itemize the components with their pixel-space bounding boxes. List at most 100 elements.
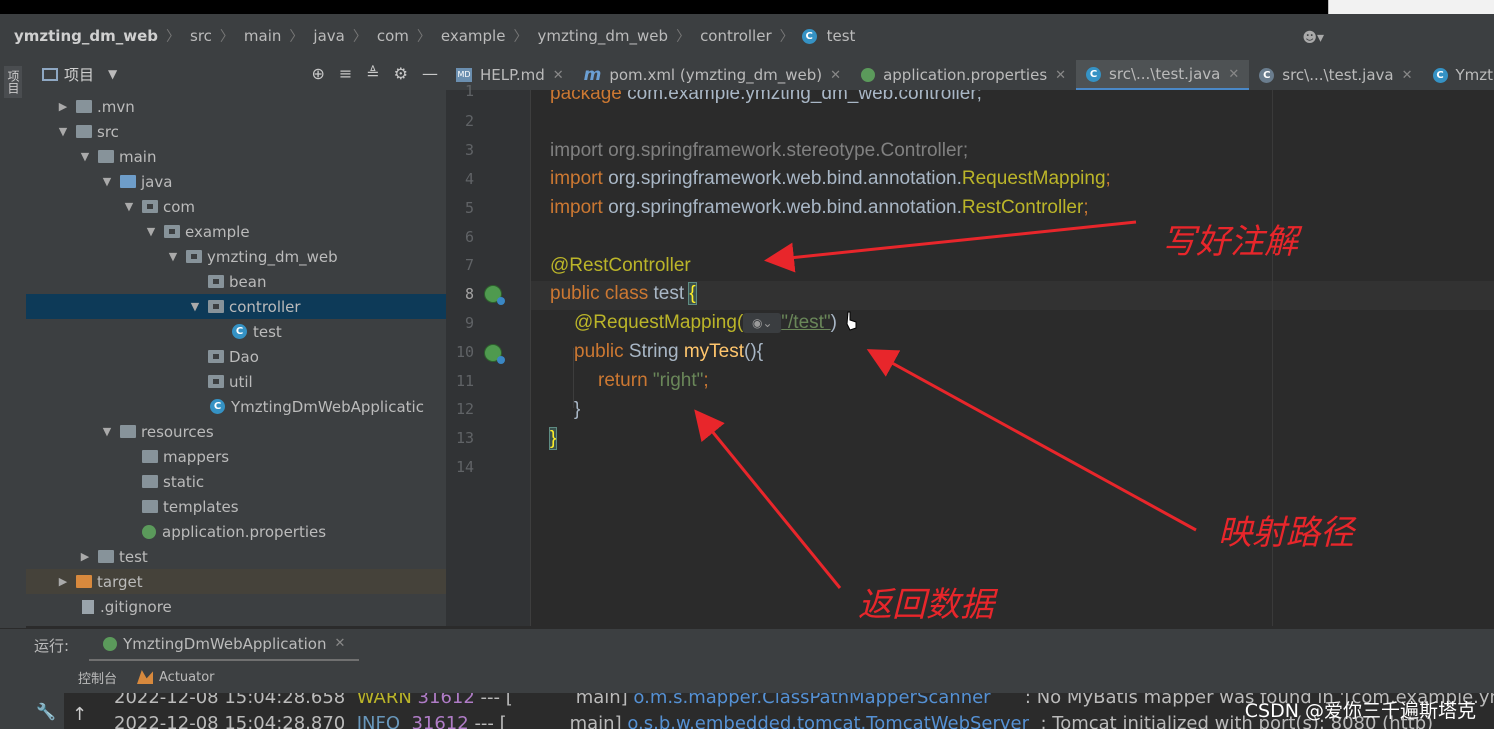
breadcrumb-project[interactable]: ymzting_dm_web: [0, 27, 158, 45]
tree-item-application-properties[interactable]: application.properties: [26, 519, 446, 544]
annotation-note-1: 写好注解: [1162, 222, 1298, 262]
line-number: 10: [455, 343, 474, 361]
breadcrumb-item[interactable]: example: [431, 27, 506, 45]
folder-icon: [142, 450, 158, 463]
chevron-down-icon[interactable]: ▼: [100, 425, 114, 438]
tab-console[interactable]: 控制台: [78, 668, 117, 687]
wrench-icon[interactable]: 🔧: [36, 702, 56, 721]
tree-item-templates[interactable]: templates: [26, 494, 446, 519]
spring-bean-gutter-icon[interactable]: [484, 344, 505, 364]
close-icon[interactable]: ✕: [1228, 67, 1239, 82]
breadcrumb-item[interactable]: src: [180, 27, 212, 45]
tab-pom-xml[interactable]: m pom.xml (ymzting_dm_web) ✕: [574, 60, 851, 90]
tree-item-test-folder[interactable]: ▶ test: [26, 544, 446, 569]
tree-item-controller[interactable]: ▼ controller: [26, 294, 446, 319]
project-tool-button[interactable]: 项目: [4, 66, 22, 98]
breadcrumb-item[interactable]: ymzting_dm_web: [527, 27, 668, 45]
tree-item-target[interactable]: ▶ target: [26, 569, 446, 594]
locate-icon[interactable]: ⊕: [311, 64, 324, 83]
project-panel-title[interactable]: 项目: [64, 64, 94, 85]
spring-leaf-icon: [142, 524, 156, 539]
code-line-7: @RestController: [550, 255, 691, 276]
tab-application-properties[interactable]: application.properties ✕: [851, 60, 1076, 90]
user-icon[interactable]: ☻▾: [1302, 30, 1324, 46]
chevron-down-icon[interactable]: ▼: [144, 225, 158, 238]
chevron-down-icon[interactable]: ▼: [188, 300, 202, 313]
tree-item-gitignore[interactable]: .gitignore: [26, 594, 446, 619]
close-icon[interactable]: ✕: [553, 68, 564, 83]
tree-item-label: templates: [163, 497, 239, 516]
class-icon: C: [1259, 67, 1275, 83]
tree-item-label: example: [185, 222, 250, 241]
annotation-note-2: 映射路径: [1218, 513, 1354, 553]
tab-test-java-active[interactable]: Csrc\...\test.java ✕: [1076, 60, 1250, 90]
tree-item-label: resources: [141, 422, 214, 441]
tree-item-example[interactable]: ▼ example: [26, 219, 446, 244]
chevron-down-icon[interactable]: ▼: [78, 150, 92, 163]
breadcrumb-item-current[interactable]: test: [817, 27, 856, 45]
chevron-down-icon[interactable]: ▼: [100, 175, 114, 188]
editor-gutter[interactable]: 1 2 3 4 5 6 7 8 9 10 11 12 13 14: [446, 82, 546, 626]
close-icon[interactable]: ✕: [1055, 68, 1066, 83]
line-number: 2: [464, 112, 474, 130]
run-tool-bar: 运行: YmztingDmWebApplication ✕: [0, 628, 1494, 662]
code-line-10: public String myTest(){: [574, 341, 764, 362]
tree-item-java[interactable]: ▼ java: [26, 169, 446, 194]
tab-ymzting[interactable]: C Ymzting: [1423, 60, 1494, 90]
expand-all-icon[interactable]: ≡: [339, 64, 352, 83]
tree-item-resources[interactable]: ▼ resources: [26, 419, 446, 444]
tree-item-label: util: [229, 372, 253, 391]
project-panel-header: 项目 ▼ ⊕ ≡ ≜ ⚙ —: [26, 58, 446, 90]
tree-item-test-class[interactable]: Ctest: [26, 319, 446, 344]
code-line-1: package com.example.ymzting_dm_web.contr…: [550, 90, 982, 104]
gear-icon[interactable]: ⚙: [394, 64, 408, 83]
mouse-cursor-icon: [846, 311, 857, 331]
line-number: 11: [455, 372, 474, 390]
chevron-right-icon[interactable]: ▶: [56, 575, 70, 588]
package-icon: [208, 275, 224, 288]
breadcrumb-item[interactable]: com: [367, 27, 409, 45]
close-icon[interactable]: ✕: [1402, 68, 1413, 83]
tree-item-src[interactable]: ▼ src: [26, 119, 446, 144]
globe-icon[interactable]: ◉⌄: [743, 312, 782, 333]
tree-item-ymzting-dm-web[interactable]: ▼ ymzting_dm_web: [26, 244, 446, 269]
tree-item-mvn[interactable]: ▶ .mvn: [26, 94, 446, 119]
tree-item-main[interactable]: ▼ main: [26, 144, 446, 169]
tree-item-mappers[interactable]: mappers: [26, 444, 446, 469]
tree-item-com[interactable]: ▼ com: [26, 194, 446, 219]
code-line-12: }: [574, 399, 581, 420]
package-icon: [208, 300, 224, 313]
breadcrumb-separator: 〉: [779, 29, 794, 45]
close-icon[interactable]: ✕: [334, 636, 345, 651]
tree-item-application-class[interactable]: C YmztingDmWebApplicatic: [26, 394, 446, 419]
breadcrumb-item[interactable]: main: [234, 27, 281, 45]
tree-item-label: YmztingDmWebApplicatic: [231, 397, 424, 416]
spring-bean-gutter-icon[interactable]: [484, 285, 505, 305]
tree-item-label: application.properties: [162, 522, 327, 541]
tab-actuator[interactable]: Actuator: [137, 670, 215, 685]
breadcrumb-item[interactable]: java: [303, 27, 344, 45]
tool-window-strip: 项目: [0, 58, 27, 628]
chevron-right-icon[interactable]: ▶: [56, 100, 70, 113]
tree-item-dao[interactable]: Dao: [26, 344, 446, 369]
class-icon: C: [1432, 67, 1448, 83]
chevron-down-icon[interactable]: ▼: [122, 200, 136, 213]
tab-test-java-2[interactable]: Csrc\...\test.java ✕: [1249, 60, 1422, 90]
hide-icon[interactable]: —: [422, 64, 438, 83]
package-icon: [208, 375, 224, 388]
chevron-down-icon[interactable]: ▼: [166, 250, 180, 263]
tree-item-util[interactable]: util: [26, 369, 446, 394]
line-number: 12: [455, 400, 474, 418]
breadcrumb-item[interactable]: controller: [690, 27, 772, 45]
run-tab-application[interactable]: YmztingDmWebApplication ✕: [89, 629, 360, 662]
chevron-down-icon[interactable]: ▼: [56, 125, 70, 138]
collapse-all-icon[interactable]: ≜: [366, 64, 379, 83]
tree-item-bean[interactable]: bean: [26, 269, 446, 294]
scroll-up-icon[interactable]: ↑: [72, 704, 87, 725]
chevron-right-icon[interactable]: ▶: [78, 550, 92, 563]
tab-label: pom.xml (ymzting_dm_web): [609, 66, 823, 84]
close-icon[interactable]: ✕: [830, 68, 841, 83]
chevron-down-icon[interactable]: ▼: [108, 67, 117, 81]
tree-item-static[interactable]: static: [26, 469, 446, 494]
line-number: 8: [464, 285, 474, 303]
